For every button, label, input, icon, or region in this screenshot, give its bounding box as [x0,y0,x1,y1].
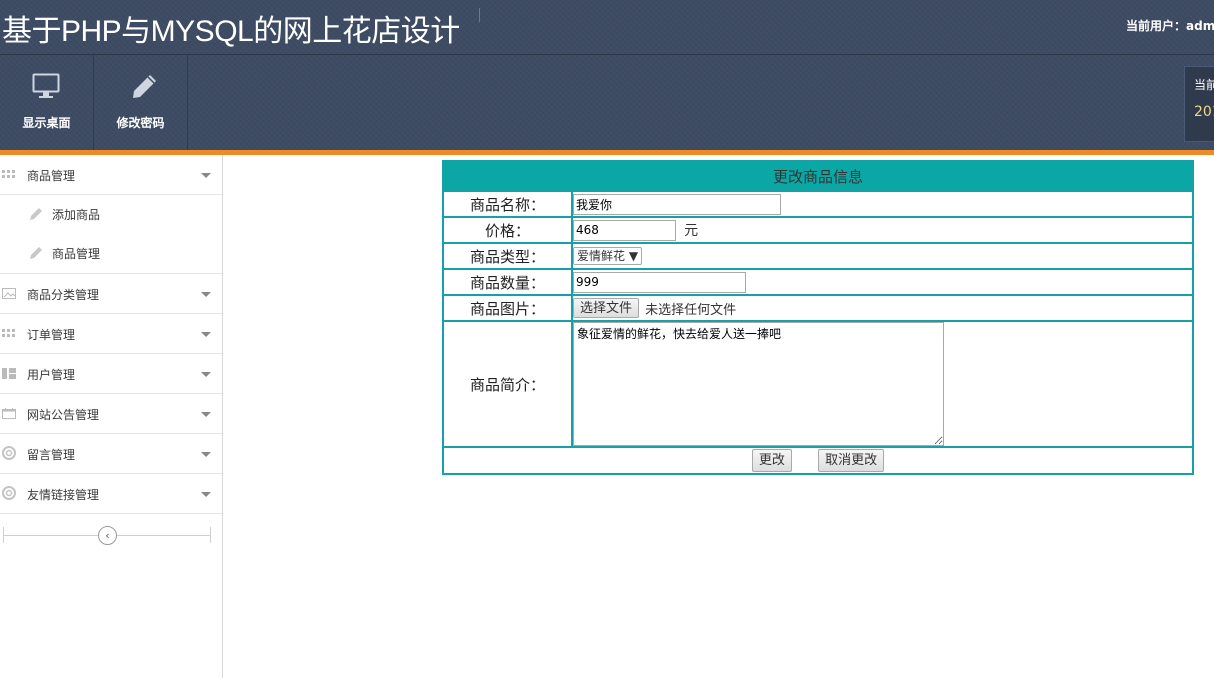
pencil-icon [30,208,42,220]
collapse-divider-left [3,527,4,543]
top-header: 基于PHP与MYSQL的网上花店设计 当前用户：admi 显示桌面 修改密码 当… [0,0,1214,150]
form-heading: 更改商品信息 [442,160,1194,192]
goods-intro-cell: 象征爱情的鲜花，快去给爱人送一捧吧 [571,320,1194,448]
submit-button[interactable]: 更改 [751,449,792,472]
title-row: 基于PHP与MYSQL的网上花店设计 当前用户：admi [0,0,1214,55]
change-password-label: 修改密码 [116,116,165,130]
price-input[interactable] [573,219,676,241]
sidebar-collapse-bar: ‹ [3,525,211,545]
sidebar-item-label: 友情链接管理 [27,488,100,502]
sidebar-item-label: 订单管理 [27,328,76,342]
sidebar-item-message-management[interactable]: 留言管理 [0,434,222,474]
title-divider [479,8,480,22]
quantity-input[interactable] [573,271,746,293]
sidebar-subitem-add-goods[interactable]: 添加商品 [0,195,222,234]
sidebar-item-label: 用户管理 [27,368,76,382]
sidebar-item-user-management[interactable]: 用户管理 [0,354,222,394]
current-user-label: 当前用户：admi [1126,19,1214,33]
goods-intro-label: 商品简介： [442,320,573,448]
sidebar-subitem-goods-management[interactable]: 商品管理 [0,234,222,274]
pencil-icon [133,75,156,98]
cancel-button[interactable]: 取消更改 [818,449,885,472]
grid-icon [2,329,15,337]
grid-icon [2,170,15,178]
chevron-left-icon[interactable]: ‹ [98,526,117,545]
price-unit: 元 [684,223,699,239]
sidebar-item-goods-management[interactable]: 商品管理 [0,155,222,195]
chevron-down-icon [201,173,211,178]
sidebar-item-label: 商品管理 [27,169,76,183]
goods-image-label: 商品图片： [442,294,573,322]
goods-type-label: 商品类型： [442,242,573,270]
sidebar-item-link-management[interactable]: 友情链接管理 [0,474,222,514]
choose-file-button[interactable]: 选择文件 [573,298,640,318]
dropdown-arrow-icon: ▼ [628,249,639,263]
goods-image-cell: 选择文件 未选择任何文件 [571,294,1194,322]
sidebar-item-announcement-management[interactable]: 网站公告管理 [0,394,222,434]
goods-type-select[interactable]: 爱情鲜花 ▼ [573,247,643,265]
datetime-box: 当前 201 [1184,66,1214,142]
goods-name-input[interactable] [573,193,781,215]
chevron-down-icon [201,372,211,377]
chevron-down-icon [201,292,211,297]
edit-goods-form: 更改商品信息 商品名称： 价格： 元 商品类型： 爱情鲜花 ▼ 商品数量： [442,160,1194,475]
form-actions: 更改 取消更改 [442,446,1194,475]
picture-icon [2,288,16,299]
price-cell: 元 [571,216,1194,244]
quantity-label: 商品数量： [442,268,573,296]
collapse-divider-right [210,527,211,543]
goods-name-label: 商品名称： [442,190,573,218]
datetime-label: 当前 [1194,78,1214,92]
chevron-down-icon [201,452,211,457]
datetime-value: 201 [1194,104,1214,120]
dashboard-icon [2,368,16,379]
lifebuoy-icon [2,446,16,460]
edit-goods-table: 更改商品信息 商品名称： 价格： 元 商品类型： 爱情鲜花 ▼ 商品数量： [442,160,1194,475]
chevron-down-icon [201,412,211,417]
show-desktop-label: 显示桌面 [22,116,71,130]
chevron-down-icon [201,492,211,497]
lifebuoy-icon [2,486,16,500]
show-desktop-button[interactable]: 显示桌面 [0,55,94,150]
quantity-cell [571,268,1194,296]
file-status: 未选择任何文件 [645,302,737,318]
goods-intro-textarea[interactable]: 象征爱情的鲜花，快去给爱人送一捧吧 [573,322,944,446]
goods-type-cell: 爱情鲜花 ▼ [571,242,1194,270]
sidebar-subitem-label: 商品管理 [52,247,101,261]
price-label: 价格： [442,216,573,244]
monitor-icon [32,73,60,98]
sidebar-item-label: 留言管理 [27,448,76,462]
sidebar-item-label: 商品分类管理 [27,288,100,302]
sidebar-item-order-management[interactable]: 订单管理 [0,314,222,354]
sidebar-subitem-label: 添加商品 [52,208,101,222]
goods-type-selected: 爱情鲜花 [577,249,626,263]
sidebar: 商品管理 添加商品 商品管理 商品分类管理 订单管理 用户管理 网站公告管理 留… [0,155,223,678]
chevron-down-icon [201,332,211,337]
sidebar-item-category-management[interactable]: 商品分类管理 [0,274,222,314]
site-title: 基于PHP与MYSQL的网上花店设计 [2,15,460,48]
goods-name-cell [571,190,1194,218]
pencil-icon [30,247,42,259]
calendar-icon [2,408,16,419]
sidebar-item-label: 网站公告管理 [27,408,100,422]
change-password-button[interactable]: 修改密码 [94,55,188,150]
